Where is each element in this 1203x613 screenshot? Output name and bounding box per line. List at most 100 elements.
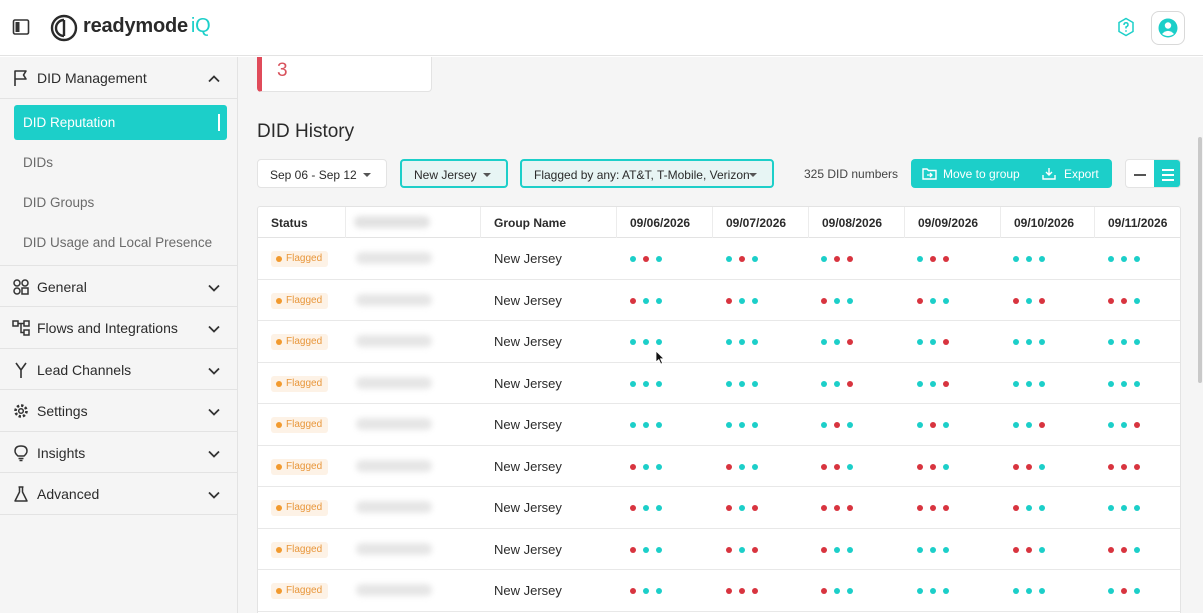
sidebar-item-did-groups[interactable]: DID Groups (14, 185, 227, 220)
column-header-date[interactable]: 09/10/2026 (1001, 207, 1095, 238)
carrier-flag-indicator[interactable] (917, 463, 957, 470)
chevron-down-icon[interactable] (207, 281, 221, 295)
move-to-group-button[interactable]: Move to group (911, 159, 1029, 188)
carrier-flag-indicator[interactable] (726, 339, 766, 345)
sidebar-item-did-usage[interactable]: DID Usage and Local Presence (14, 225, 227, 260)
carrier-flag-indicator[interactable] (1013, 422, 1053, 428)
carrier-flag-indicator[interactable] (1013, 380, 1053, 387)
carrier-flag-indicator[interactable] (726, 256, 766, 262)
carrier-flag-indicator[interactable] (821, 588, 861, 594)
question-circle-icon[interactable] (1116, 17, 1136, 37)
vertical-scrollbar[interactable] (1198, 137, 1202, 383)
carrier-flag-indicator[interactable] (821, 297, 861, 304)
nav-section-flows[interactable]: Flows and Integrations (0, 307, 237, 349)
table-row[interactable]: Flagged New Jersey (258, 446, 1180, 487)
carrier-flag-indicator[interactable] (726, 297, 766, 304)
table-row[interactable]: Flagged New Jersey (258, 570, 1180, 612)
column-header-status[interactable]: Status (258, 207, 346, 238)
nav-section-lead-channels[interactable]: Lead Channels (0, 349, 237, 390)
carrier-flag-indicator[interactable] (821, 380, 861, 387)
carrier-flag-indicator[interactable] (1108, 339, 1148, 345)
carrier-flag-indicator[interactable] (821, 463, 861, 470)
carrier-flag-indicator[interactable] (917, 422, 957, 428)
column-header-date[interactable]: 09/06/2026 (617, 207, 713, 238)
nav-section-settings[interactable]: Settings (0, 390, 237, 432)
carrier-flag-indicator[interactable] (917, 505, 957, 511)
carrier-flag-indicator[interactable] (821, 339, 861, 345)
carrier-flag-indicator[interactable] (1013, 339, 1053, 345)
table-row[interactable]: Flagged New Jersey (258, 363, 1180, 404)
carrier-flag-indicator[interactable] (630, 422, 670, 428)
carrier-flag-indicator[interactable] (1013, 463, 1053, 470)
chevron-down-icon[interactable] (207, 364, 221, 378)
carrier-flag-indicator[interactable] (1108, 380, 1148, 387)
carrier-flag-indicator[interactable] (630, 380, 670, 387)
carrier-flag-indicator[interactable] (821, 256, 861, 262)
carrier-flag-indicator[interactable] (917, 380, 957, 387)
carrier-flag-indicator[interactable] (1013, 588, 1053, 594)
carrier-flag-indicator[interactable] (821, 422, 861, 428)
carrier-flag-indicator[interactable] (1108, 463, 1148, 470)
sidebar-item-dids[interactable]: DIDs (14, 145, 227, 180)
carrier-flag-indicator[interactable] (1108, 256, 1148, 262)
chevron-down-icon[interactable] (207, 488, 221, 502)
compact-view-button[interactable] (1126, 160, 1154, 187)
flag-filter-select[interactable]: Flagged by any: AT&T, T-Mobile, Verizon (520, 159, 774, 188)
table-row[interactable]: Flagged New Jersey (258, 529, 1180, 570)
carrier-flag-indicator[interactable] (726, 546, 766, 553)
carrier-flag-indicator[interactable] (726, 463, 766, 470)
column-header-group[interactable]: Group Name (481, 207, 617, 238)
sidebar-item-did-reputation[interactable]: DID Reputation (14, 104, 227, 140)
carrier-flag-indicator[interactable] (726, 380, 766, 387)
carrier-flag-indicator[interactable] (1013, 505, 1053, 511)
sidebar-toggle-icon[interactable] (12, 18, 30, 36)
carrier-flag-indicator[interactable] (630, 297, 670, 304)
carrier-flag-indicator[interactable] (1108, 422, 1148, 428)
chevron-down-icon[interactable] (207, 405, 221, 419)
carrier-flag-indicator[interactable] (917, 588, 957, 594)
table-row[interactable]: Flagged New Jersey (258, 404, 1180, 446)
carrier-flag-indicator[interactable] (726, 505, 766, 511)
carrier-flag-indicator[interactable] (821, 505, 861, 511)
carrier-flag-indicator[interactable] (630, 339, 670, 345)
carrier-flag-indicator[interactable] (1013, 297, 1053, 304)
carrier-flag-indicator[interactable] (917, 297, 957, 304)
list-view-button[interactable] (1154, 160, 1180, 187)
nav-section-did-management[interactable]: DID Management (0, 57, 237, 99)
nav-section-general[interactable]: General (0, 266, 237, 307)
carrier-flag-indicator[interactable] (917, 256, 957, 262)
carrier-flag-indicator[interactable] (1108, 505, 1148, 511)
carrier-flag-indicator[interactable] (726, 588, 766, 594)
carrier-flag-indicator[interactable] (630, 546, 670, 553)
account-button[interactable] (1151, 11, 1185, 45)
carrier-flag-indicator[interactable] (630, 588, 670, 594)
table-row[interactable]: Flagged New Jersey (258, 238, 1180, 280)
column-header-date[interactable]: 09/09/2026 (905, 207, 1001, 238)
carrier-flag-indicator[interactable] (726, 422, 766, 428)
table-row[interactable]: Flagged New Jersey (258, 487, 1180, 529)
carrier-flag-indicator[interactable] (1013, 546, 1053, 553)
column-header-date[interactable]: 09/07/2026 (713, 207, 809, 238)
chevron-down-icon[interactable] (207, 322, 221, 336)
carrier-flag-indicator[interactable] (1108, 297, 1148, 304)
carrier-flag-indicator[interactable] (630, 505, 670, 511)
carrier-flag-indicator[interactable] (917, 546, 957, 553)
carrier-flag-indicator[interactable] (1108, 546, 1148, 553)
table-row[interactable]: Flagged New Jersey (258, 280, 1180, 321)
column-header-date[interactable]: 09/11/2026 (1095, 207, 1180, 238)
carrier-flag-indicator[interactable] (630, 463, 670, 470)
chevron-down-icon[interactable] (207, 447, 221, 461)
carrier-flag-indicator[interactable] (917, 339, 957, 345)
nav-section-advanced[interactable]: Advanced (0, 473, 237, 515)
export-button[interactable]: Export (1031, 159, 1112, 188)
chevron-up-icon[interactable] (207, 72, 221, 86)
column-header-date[interactable]: 09/08/2026 (809, 207, 905, 238)
carrier-flag-indicator[interactable] (821, 546, 861, 553)
carrier-flag-indicator[interactable] (1013, 256, 1053, 262)
table-row[interactable]: Flagged New Jersey (258, 321, 1180, 363)
date-range-select[interactable]: Sep 06 - Sep 12 (257, 159, 387, 188)
carrier-flag-indicator[interactable] (1108, 588, 1148, 594)
carrier-flag-indicator[interactable] (630, 256, 670, 262)
group-filter-select[interactable]: New Jersey (400, 159, 508, 188)
nav-section-insights[interactable]: Insights (0, 432, 237, 473)
